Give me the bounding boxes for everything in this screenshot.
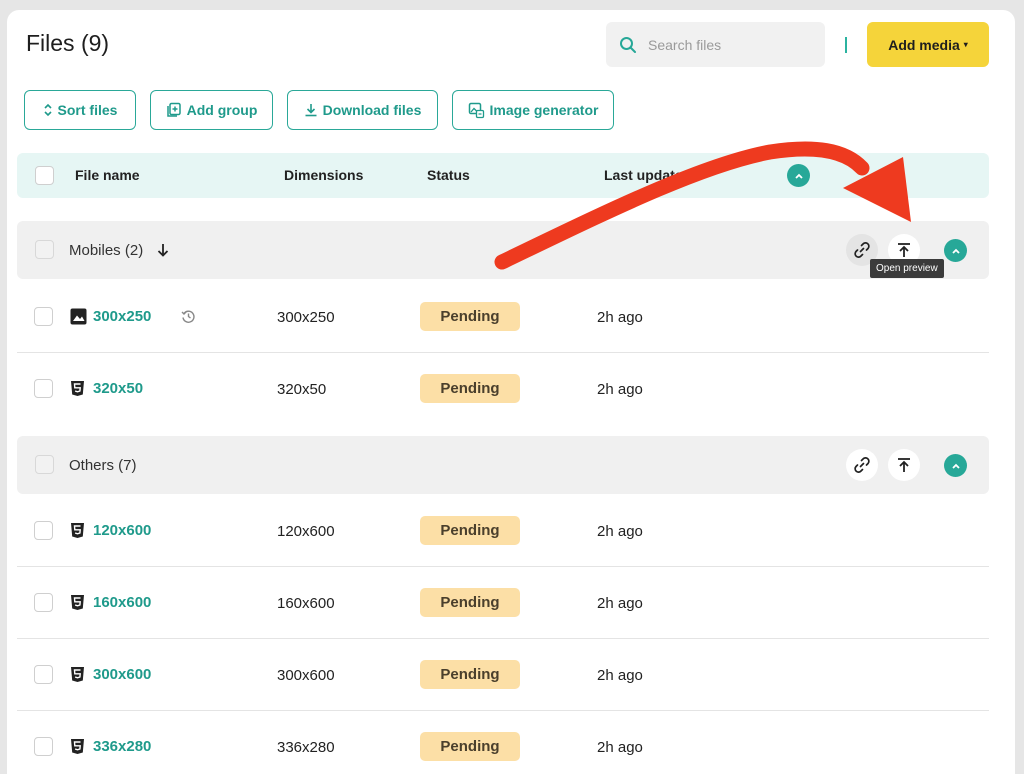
upload-icon (898, 458, 910, 472)
dimensions-value: 160x600 (277, 595, 335, 612)
image-generator-icon (468, 102, 484, 118)
header-divider (845, 37, 847, 53)
history-icon[interactable] (181, 309, 196, 324)
chevron-up-icon (794, 173, 803, 179)
download-files-label: Download files (322, 102, 422, 118)
file-name-link[interactable]: 300x600 (93, 666, 151, 683)
html5-icon (71, 381, 84, 396)
html5-icon (71, 595, 84, 610)
row-checkbox[interactable] (34, 379, 53, 398)
file-name-link[interactable]: 336x280 (93, 738, 151, 755)
row-checkbox[interactable] (34, 665, 53, 684)
column-file-name[interactable]: File name (75, 167, 140, 183)
collapse-group-button[interactable] (944, 239, 967, 262)
search-input[interactable] (648, 22, 818, 67)
open-preview-tooltip: Open preview (870, 259, 944, 278)
add-group-button[interactable]: Add group (150, 90, 273, 130)
image-generator-label: Image generator (489, 102, 599, 118)
dimensions-value: 120x600 (277, 523, 335, 540)
table-row[interactable]: 300x600 300x600 Pending 2h ago (17, 639, 989, 711)
row-checkbox[interactable] (34, 521, 53, 540)
dimensions-value: 320x50 (277, 381, 327, 398)
table-row[interactable]: 320x50 320x50 Pending 2h ago (17, 353, 989, 425)
file-name-link[interactable]: 320x50 (93, 380, 143, 397)
dimensions-value: 300x600 (277, 667, 335, 684)
group-row-mobiles[interactable]: Mobiles (2) (17, 221, 989, 279)
dimensions-value: 336x280 (277, 739, 335, 756)
sort-files-label: Sort files (57, 102, 118, 118)
table-row[interactable]: 120x600 120x600 Pending 2h ago (17, 495, 989, 567)
group-row-others[interactable]: Others (7) (17, 436, 989, 494)
column-last-update[interactable]: Last update (604, 167, 683, 183)
chevron-up-icon (951, 248, 960, 254)
group-checkbox[interactable] (35, 455, 54, 474)
row-checkbox[interactable] (34, 737, 53, 756)
status-badge: Pending (420, 732, 520, 761)
last-update-value: 2h ago (597, 739, 643, 756)
last-update-value: 2h ago (597, 595, 643, 612)
upload-icon (898, 243, 910, 257)
dimensions-value: 300x250 (277, 309, 335, 326)
chevron-up-icon (951, 463, 960, 469)
arrow-down-icon[interactable] (157, 243, 169, 257)
file-name-link[interactable]: 120x600 (93, 522, 151, 539)
open-preview-button[interactable] (888, 449, 920, 481)
html5-icon (71, 667, 84, 682)
caret-down-icon: ▾ (963, 40, 968, 49)
table-row[interactable]: 300x250 300x250 Pending 2h ago (17, 281, 989, 353)
html5-icon (71, 523, 84, 538)
sort-icon (43, 103, 52, 117)
collapse-all-button[interactable] (787, 164, 810, 187)
copy-link-button[interactable] (846, 449, 878, 481)
search-icon (620, 37, 636, 53)
last-update-value: 2h ago (597, 667, 643, 684)
search-box[interactable] (606, 22, 825, 67)
status-badge: Pending (420, 374, 520, 403)
add-media-button[interactable]: Add media ▾ (867, 22, 989, 67)
status-badge: Pending (420, 588, 520, 617)
table-row[interactable]: 160x600 160x600 Pending 2h ago (17, 567, 989, 639)
status-badge: Pending (420, 516, 520, 545)
image-generator-button[interactable]: Image generator (452, 90, 614, 130)
image-icon (70, 308, 87, 325)
select-all-checkbox[interactable] (35, 166, 54, 185)
file-name-link[interactable]: 300x250 (93, 308, 151, 325)
link-icon (854, 457, 870, 473)
add-group-icon (166, 102, 181, 117)
group-label: Others (7) (69, 457, 137, 474)
row-checkbox[interactable] (34, 593, 53, 612)
html5-icon (71, 739, 84, 754)
page-title: Files (9) (26, 30, 110, 56)
table-header: File name Dimensions Status Last update (17, 153, 989, 198)
last-update-value: 2h ago (597, 309, 643, 326)
link-icon (854, 242, 870, 258)
download-files-button[interactable]: Download files (287, 90, 438, 130)
file-name-link[interactable]: 160x600 (93, 594, 151, 611)
group-label: Mobiles (2) (69, 242, 144, 259)
add-media-label: Add media (888, 36, 960, 53)
table-row[interactable]: 336x280 336x280 Pending 2h ago (17, 711, 989, 774)
download-icon (305, 104, 317, 117)
status-badge: Pending (420, 302, 520, 331)
collapse-group-button[interactable] (944, 454, 967, 477)
add-group-label: Add group (186, 102, 258, 118)
last-update-value: 2h ago (597, 523, 643, 540)
group-checkbox[interactable] (35, 240, 54, 259)
column-status[interactable]: Status (427, 167, 470, 183)
sort-files-button[interactable]: Sort files (24, 90, 136, 130)
row-checkbox[interactable] (34, 307, 53, 326)
last-update-value: 2h ago (597, 381, 643, 398)
status-badge: Pending (420, 660, 520, 689)
column-dimensions[interactable]: Dimensions (284, 167, 363, 183)
